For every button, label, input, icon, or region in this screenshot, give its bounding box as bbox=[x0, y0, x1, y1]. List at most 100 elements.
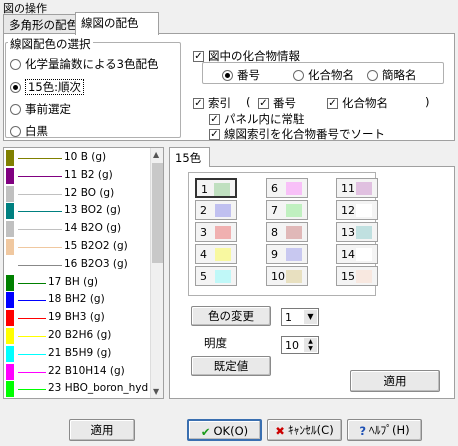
color-button-10[interactable]: 10 bbox=[266, 266, 308, 286]
radio-button[interactable] bbox=[10, 126, 21, 137]
always-in-panel-checkbox[interactable]: ✓ パネル内に常駐 bbox=[209, 111, 305, 127]
list-item[interactable]: 16 B2O3 (g) bbox=[4, 256, 154, 274]
chevron-down-icon[interactable]: ▼ bbox=[304, 310, 317, 324]
list-item[interactable]: 22 B10H14 (g) bbox=[4, 363, 154, 381]
checkbox[interactable]: ✓ bbox=[327, 98, 338, 109]
color-button-14[interactable]: 14 bbox=[336, 244, 378, 264]
apply-button[interactable]: 適用 bbox=[69, 419, 135, 441]
list-item[interactable]: 11 B2 (g) bbox=[4, 167, 154, 185]
color-swatch bbox=[286, 204, 302, 217]
apply-inner-button[interactable]: 適用 bbox=[350, 370, 440, 392]
tab-15-colors[interactable]: 15色 bbox=[169, 147, 210, 167]
change-color-button[interactable]: 色の変更 bbox=[191, 306, 271, 326]
vertical-scrollbar[interactable]: ▲ ▼ bbox=[150, 148, 163, 398]
line-sample bbox=[18, 318, 46, 320]
list-item-label: 22 B10H14 (g) bbox=[48, 364, 125, 377]
checkbox[interactable]: ✓ bbox=[209, 114, 220, 125]
color-swatch bbox=[356, 248, 372, 261]
color-button-15[interactable]: 15 bbox=[336, 266, 378, 286]
index-number-checkbox[interactable]: ✓ 番号 bbox=[258, 95, 296, 111]
list-item[interactable]: 13 BO2 (g) bbox=[4, 202, 154, 220]
list-item[interactable]: 21 B5H9 (g) bbox=[4, 345, 154, 363]
tab-line-colors[interactable]: 線図の配色 bbox=[75, 12, 159, 35]
list-item[interactable]: 18 BH2 (g) bbox=[4, 291, 154, 309]
color-button-number: 7 bbox=[271, 204, 278, 217]
color-select[interactable]: 1 ▼ bbox=[281, 308, 319, 326]
line-sample bbox=[18, 389, 46, 391]
color-button-2[interactable]: 2 bbox=[195, 200, 237, 220]
color-button-11[interactable]: 11 bbox=[336, 178, 378, 198]
radio-button[interactable] bbox=[367, 70, 378, 81]
list-item-label: 16 B2O3 (g) bbox=[64, 257, 128, 270]
color-swatch bbox=[6, 256, 14, 273]
checkbox[interactable]: ✓ bbox=[193, 51, 204, 62]
color-swatch bbox=[356, 270, 372, 283]
list-item[interactable]: 14 B2O (g) bbox=[4, 220, 154, 238]
color-swatch bbox=[6, 381, 14, 398]
scheme-option-bw[interactable]: 白黒 bbox=[10, 123, 48, 139]
color-button-12[interactable]: 12 bbox=[336, 200, 378, 220]
default-button[interactable]: 既定値 bbox=[191, 356, 271, 376]
spin-arrows-icon[interactable]: ▲ ▼ bbox=[304, 338, 317, 352]
color-button-number: 3 bbox=[200, 226, 207, 239]
scheme-option-15color[interactable]: 15色:順次 bbox=[10, 79, 85, 95]
radio-button[interactable] bbox=[10, 82, 21, 93]
scroll-thumb[interactable] bbox=[152, 163, 163, 263]
close-icon: ✖ bbox=[275, 423, 285, 438]
list-item[interactable]: 17 BH (g) bbox=[4, 274, 154, 292]
radio-button[interactable] bbox=[293, 70, 304, 81]
color-swatch bbox=[6, 363, 14, 380]
scroll-up-icon[interactable]: ▲ bbox=[153, 150, 159, 159]
color-button-number: 10 bbox=[271, 270, 285, 283]
list-item-label: 10 B (g) bbox=[64, 151, 107, 163]
color-button-1[interactable]: 1 bbox=[195, 178, 237, 198]
color-button-number: 11 bbox=[341, 182, 355, 195]
color-button-3[interactable]: 3 bbox=[195, 222, 237, 242]
tab-polygon-colors[interactable]: 多角形の配色 bbox=[3, 14, 78, 34]
color-button-13[interactable]: 13 bbox=[336, 222, 378, 242]
color-swatch bbox=[286, 226, 302, 239]
checkbox[interactable]: ✓ bbox=[193, 98, 204, 109]
color-button-8[interactable]: 8 bbox=[266, 222, 308, 242]
line-sample bbox=[18, 247, 62, 248]
scroll-down-icon[interactable]: ▼ bbox=[153, 387, 159, 396]
list-item[interactable]: 10 B (g) bbox=[4, 149, 154, 167]
line-sample bbox=[18, 353, 46, 355]
color-button-9[interactable]: 9 bbox=[266, 244, 308, 264]
list-item[interactable]: 20 B2H6 (g) bbox=[4, 327, 154, 345]
cancel-button[interactable]: ✖ ｷｬﾝｾﾙ(C) bbox=[267, 419, 342, 441]
sort-by-number-checkbox[interactable]: ✓ 線図索引を化合物番号でソート bbox=[209, 126, 385, 142]
scheme-option-stoich[interactable]: 化学量論数による3色配色 bbox=[10, 56, 158, 72]
list-item-label: 17 BH (g) bbox=[48, 275, 98, 288]
mode-compound-name[interactable]: 化合物名 bbox=[293, 67, 354, 83]
index-compound-name-checkbox[interactable]: ✓ 化合物名 bbox=[327, 95, 388, 111]
color-button-number: 13 bbox=[341, 226, 355, 239]
line-sample bbox=[18, 336, 46, 337]
list-item[interactable]: 15 B2O2 (g) bbox=[4, 238, 154, 256]
list-item[interactable]: 23 HBO_boron_hyd bbox=[4, 380, 154, 398]
help-button[interactable]: ? ﾍﾙﾌﾟ(H) bbox=[347, 419, 422, 441]
checkbox[interactable]: ✓ bbox=[258, 98, 269, 109]
scheme-option-preselect[interactable]: 事前選定 bbox=[10, 101, 71, 117]
radio-button[interactable] bbox=[10, 59, 21, 70]
radio-button[interactable] bbox=[222, 70, 233, 81]
line-sample bbox=[18, 175, 62, 177]
mode-number[interactable]: 番号 bbox=[222, 67, 260, 83]
color-button-4[interactable]: 4 bbox=[195, 244, 237, 264]
checkbox[interactable]: ✓ bbox=[209, 129, 220, 140]
radio-button[interactable] bbox=[10, 104, 21, 115]
list-item-label: 23 HBO_boron_hyd bbox=[48, 382, 149, 395]
species-list[interactable]: 10 B (g) 11 B2 (g) 12 BO (g) 13 BO2 (g) 14 B… bbox=[3, 147, 164, 399]
color-button-7[interactable]: 7 bbox=[266, 200, 308, 220]
ok-button[interactable]: ✔ OK(O) bbox=[187, 419, 262, 441]
index-checkbox[interactable]: ✓ 索引 bbox=[193, 95, 231, 111]
list-item[interactable]: 12 BO (g) bbox=[4, 185, 154, 203]
color-swatch bbox=[286, 182, 302, 195]
list-item-label: 11 B2 (g) bbox=[64, 168, 113, 181]
color-button-number: 8 bbox=[271, 226, 278, 239]
color-button-5[interactable]: 5 bbox=[195, 266, 237, 286]
brightness-stepper[interactable]: 10 ▲ ▼ bbox=[281, 336, 319, 354]
mode-short-name[interactable]: 簡略名 bbox=[367, 67, 417, 83]
list-item[interactable]: 19 BH3 (g) bbox=[4, 309, 154, 327]
color-button-6[interactable]: 6 bbox=[266, 178, 308, 198]
